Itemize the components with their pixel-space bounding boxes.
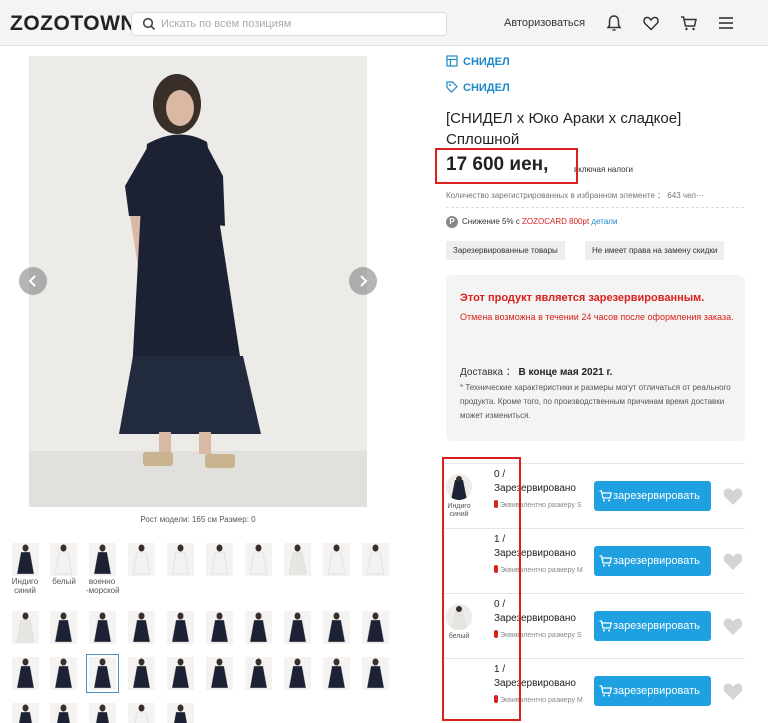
thumbnail[interactable] xyxy=(167,703,194,723)
reservation-notice: Этот продукт является зарезервированным.… xyxy=(446,275,745,441)
tag-reserved: Зарезервированные товары xyxy=(446,241,565,260)
product-title: [СНИДЕЛ х Юко Араки х сладкое] Сплошной xyxy=(446,110,682,148)
cart-icon xyxy=(599,555,612,567)
favorite-count: Количество зарегистрированных в избранно… xyxy=(446,191,704,200)
thumbnail[interactable] xyxy=(323,657,350,690)
brand-name: СНИДЕЛ xyxy=(463,82,510,94)
thumb-label-navy: военно -морской xyxy=(86,577,120,595)
thumbnail[interactable] xyxy=(50,657,77,690)
thumbnail[interactable] xyxy=(206,611,233,644)
thumbnail[interactable] xyxy=(89,543,116,576)
thumbnail[interactable] xyxy=(167,611,194,644)
thumbnail[interactable] xyxy=(206,543,233,576)
chevron-left-icon xyxy=(28,275,36,287)
thumbnail[interactable] xyxy=(50,611,77,644)
thumbnail[interactable] xyxy=(50,543,77,576)
thumb-label-white: белый xyxy=(52,577,76,586)
cart-icon[interactable] xyxy=(680,14,698,32)
reserve-label: зарезервировать xyxy=(613,685,700,697)
reserve-button[interactable]: зарезервировать xyxy=(594,676,711,706)
discount-details-link[interactable]: детали xyxy=(591,217,617,226)
shop-icon xyxy=(446,55,458,67)
thumbnail[interactable] xyxy=(167,543,194,576)
model-photo xyxy=(29,56,367,507)
thumbnail[interactable] xyxy=(206,657,233,690)
chevron-right-icon xyxy=(360,275,368,287)
thumbnail[interactable] xyxy=(86,654,119,693)
thumbnail[interactable] xyxy=(245,543,272,576)
site-header: ZOZOTOWN Искать по всем позициям Авториз… xyxy=(0,0,768,46)
discount-prefix: Снижение 5% с xyxy=(462,217,520,226)
notice-subtitle: Отмена возможна в течении 24 часов после… xyxy=(460,312,734,322)
search-placeholder: Искать по всем позициям xyxy=(161,18,292,30)
reserve-label: зарезервировать xyxy=(613,620,700,632)
reserve-button[interactable]: зарезервировать xyxy=(594,611,711,641)
site-logo[interactable]: ZOZOTOWN xyxy=(10,12,136,36)
cart-icon xyxy=(599,490,612,502)
thumbnail[interactable] xyxy=(323,611,350,644)
thumbnail[interactable] xyxy=(284,657,311,690)
thumbnail[interactable] xyxy=(284,611,311,644)
reserve-button[interactable]: зарезервировать xyxy=(594,481,711,511)
zozocard-points: ZOZOCARD 800pt xyxy=(522,217,590,226)
thumbnail[interactable] xyxy=(12,657,39,690)
zozocard-discount: Снижение 5% с ZOZOCARD 800pt детали xyxy=(462,217,617,226)
heart-icon[interactable] xyxy=(642,14,660,32)
delivery-info: Доставка ： В конце мая 2021 г. xyxy=(460,363,612,378)
shop-name: СНИДЕЛ xyxy=(463,56,510,68)
thumbnail[interactable] xyxy=(12,543,39,576)
next-image-button[interactable] xyxy=(349,267,377,295)
thumbnail[interactable] xyxy=(128,611,155,644)
thumbnail[interactable] xyxy=(89,611,116,644)
login-link[interactable]: Авторизоваться xyxy=(504,17,585,29)
thumbnail[interactable] xyxy=(323,543,350,576)
prev-image-button[interactable] xyxy=(19,267,47,295)
thumbnail[interactable] xyxy=(128,657,155,690)
thumbnail[interactable] xyxy=(245,657,272,690)
thumbnail[interactable] xyxy=(362,657,389,690)
thumbnail[interactable] xyxy=(245,611,272,644)
price-highlight-box xyxy=(435,148,578,184)
heart-icon[interactable] xyxy=(722,551,744,571)
size-highlight-box xyxy=(442,457,521,721)
thumbnail[interactable] xyxy=(128,703,155,723)
reserve-button[interactable]: зарезервировать xyxy=(594,546,711,576)
search-input[interactable]: Искать по всем позициям xyxy=(131,12,447,36)
menu-icon[interactable] xyxy=(717,14,735,32)
tax-note: включая налоги xyxy=(574,165,633,174)
thumbnail[interactable] xyxy=(12,611,39,644)
heart-icon[interactable] xyxy=(722,616,744,636)
divider xyxy=(446,207,744,208)
tag-icon xyxy=(446,81,458,93)
notice-note: * Технические характеристики и размеры м… xyxy=(460,383,731,420)
thumbnail[interactable] xyxy=(128,543,155,576)
product-main-image[interactable] xyxy=(29,56,367,507)
model-caption: Рост модели: 165 см Размер: 0 xyxy=(140,515,256,524)
thumbnail[interactable] xyxy=(167,657,194,690)
thumbnail[interactable] xyxy=(12,703,39,723)
thumbnail[interactable] xyxy=(362,543,389,576)
thumbnail[interactable] xyxy=(89,703,116,723)
bell-icon[interactable] xyxy=(605,14,623,32)
heart-icon[interactable] xyxy=(722,486,744,506)
thumbnail[interactable] xyxy=(362,611,389,644)
delivery-label: Доставка ： xyxy=(460,367,516,378)
thumbnail[interactable] xyxy=(50,703,77,723)
search-icon xyxy=(142,17,156,31)
delivery-value: В конце мая 2021 г. xyxy=(518,367,613,378)
cart-icon xyxy=(599,685,612,697)
tag-no-discount-swap: Не имеет права на замену скидки xyxy=(585,241,725,260)
thumbnail[interactable] xyxy=(284,543,311,576)
reserve-label: зарезервировать xyxy=(613,555,700,567)
cart-icon xyxy=(599,620,612,632)
reserve-label: зарезервировать xyxy=(613,490,700,502)
notice-title: Этот продукт является зарезервированным. xyxy=(460,292,705,304)
heart-icon[interactable] xyxy=(722,681,744,701)
points-icon: P xyxy=(446,216,458,228)
thumb-label-indigo: Индиго синий xyxy=(11,577,39,595)
